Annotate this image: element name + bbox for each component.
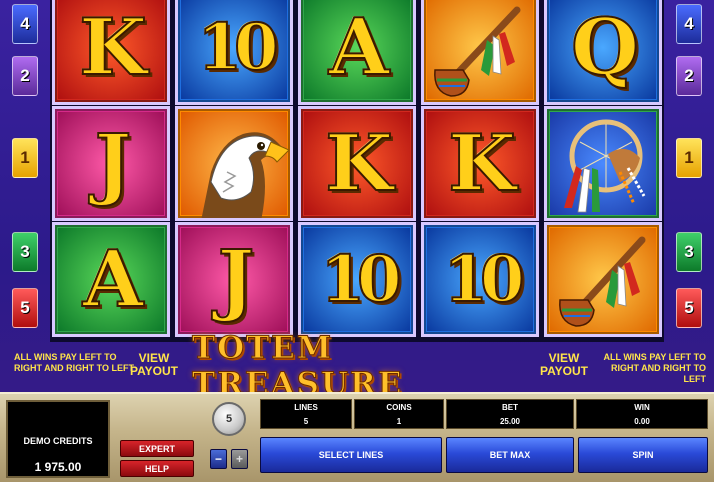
line-badge-left-1[interactable]: 1 [12, 138, 38, 178]
credits-label: DEMO CREDITS [23, 436, 93, 446]
line-badge-right-1[interactable]: 1 [676, 138, 702, 178]
reel-symbol-10: 10 [421, 222, 539, 337]
reel-symbol-10: 10 [298, 222, 416, 337]
help-button[interactable]: HELP [120, 460, 194, 477]
reel-symbol-k: K [52, 0, 170, 105]
reel-3: A K 10 [296, 0, 418, 342]
line-badge-left-2[interactable]: 2 [12, 56, 38, 96]
reel-symbol-pipe [544, 222, 662, 337]
select-lines-button[interactable]: SELECT LINES [260, 437, 442, 473]
bet-max-button[interactable]: BET MAX [446, 437, 574, 473]
win-value: 0.00 [634, 417, 650, 426]
lines-value: 5 [303, 417, 309, 426]
reel-2: 10 J [173, 0, 295, 342]
slot-game-stage: 4 2 1 3 5 4 2 1 3 5 K J A 10 J A K 10 K … [0, 0, 714, 482]
expert-button[interactable]: EXPERT [120, 440, 194, 457]
line-badge-right-3[interactable]: 3 [676, 232, 702, 272]
reel-symbol-eagle [175, 106, 293, 221]
control-panel: DEMO CREDITS 1 975.00 EXPERT HELP 5 − + … [0, 392, 714, 482]
credits-display: DEMO CREDITS 1 975.00 [6, 400, 110, 478]
peace-pipe-icon [434, 6, 521, 97]
game-title-logo: TOTEM TREASURE [192, 330, 404, 403]
peace-pipe-icon [559, 236, 646, 327]
view-payout-left-button[interactable]: VIEW PAYOUT [128, 352, 180, 378]
line-badge-right-2[interactable]: 2 [676, 56, 702, 96]
dreamcatcher-icon [564, 119, 646, 213]
reel-area: K J A 10 J A K 10 K 10 Q [50, 0, 664, 342]
reel-symbol-a: A [298, 0, 416, 105]
wins-pay-note-right: ALL WINS PAY LEFT TO RIGHT AND RIGHT TO … [603, 352, 706, 384]
reel-symbol-10: 10 [175, 0, 293, 105]
coins-header: COINS [386, 403, 412, 412]
reel-symbol-j: J [52, 106, 170, 221]
line-badge-left-3[interactable]: 3 [12, 232, 38, 272]
reel-symbol-j: J [175, 222, 293, 337]
coin-decrease-button[interactable]: − [210, 449, 227, 469]
lines-display: LINES 5 [260, 399, 352, 429]
reel-symbol-k: K [298, 106, 416, 221]
win-header: WIN [634, 403, 650, 412]
reel-5: Q [542, 0, 664, 342]
view-payout-right-button[interactable]: VIEW PAYOUT [538, 352, 590, 378]
reel-symbol-pipe [421, 0, 539, 105]
bet-display: BET 25.00 [446, 399, 574, 429]
reel-4: K 10 [419, 0, 541, 342]
reel-1: K J A [50, 0, 172, 342]
line-badge-right-5[interactable]: 5 [676, 288, 702, 328]
coin-value-chip: 5 [212, 402, 246, 436]
credits-value: 1 975.00 [34, 460, 82, 474]
eagle-icon [201, 132, 290, 218]
lines-header: LINES [294, 403, 318, 412]
line-badge-right-4[interactable]: 4 [676, 4, 702, 44]
wins-pay-note-left: ALL WINS PAY LEFT TO RIGHT AND RIGHT TO … [14, 352, 134, 373]
line-badge-left-5[interactable]: 5 [12, 288, 38, 328]
line-badge-left-4[interactable]: 4 [12, 4, 38, 44]
win-display: WIN 0.00 [576, 399, 708, 429]
coins-value: 1 [396, 417, 402, 426]
reel-symbol-q: Q [544, 0, 662, 105]
bet-header: BET [502, 403, 518, 412]
reel-symbol-dreamcatcher [544, 106, 662, 221]
reel-symbol-k: K [421, 106, 539, 221]
reel-symbol-a: A [52, 222, 170, 337]
coin-increase-button[interactable]: + [231, 449, 248, 469]
spin-button[interactable]: SPIN [578, 437, 708, 473]
bet-value: 25.00 [499, 417, 521, 426]
coins-display: COINS 1 [354, 399, 444, 429]
